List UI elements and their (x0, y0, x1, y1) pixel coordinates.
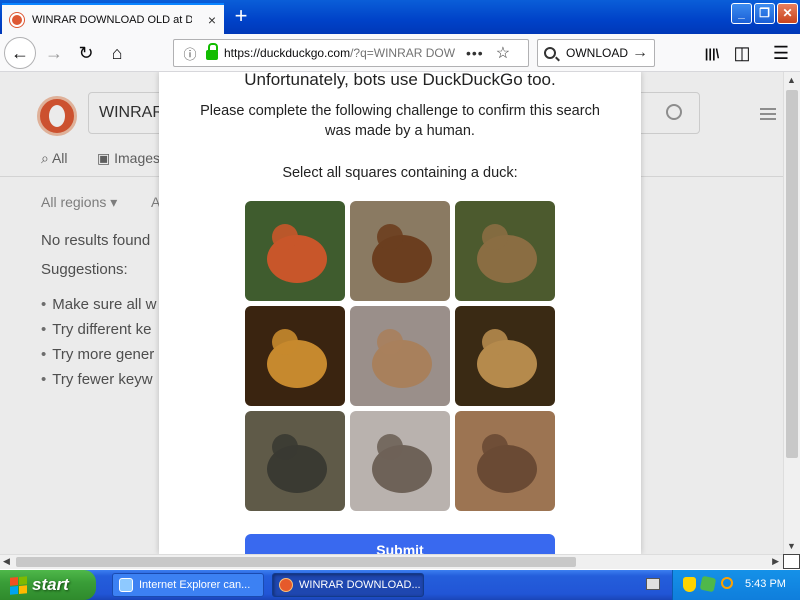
scrollbar-corner (783, 554, 800, 569)
site-info-icon[interactable]: ⓘ (180, 44, 200, 63)
url-bar[interactable]: ⓘ https://duckduckgo.com/?q=WINRAR DOWNL… (173, 39, 529, 67)
scroll-left-icon[interactable]: ◀ (3, 556, 10, 567)
taskbar-item-internet-explorer[interactable]: Internet Explorer can... (112, 573, 264, 597)
browser-tab[interactable]: WINRAR DOWNLOAD OLD at DuckDuckGo × (2, 3, 224, 34)
firefox-icon (279, 578, 293, 592)
captcha-tile[interactable] (245, 306, 345, 406)
captcha-tile-image (350, 201, 450, 301)
forward-button[interactable]: → (40, 39, 68, 67)
vertical-scrollbar[interactable]: ▲ ▼ (783, 72, 800, 554)
submit-button[interactable]: Submit (245, 534, 555, 554)
network-icon[interactable] (699, 575, 717, 593)
scroll-up-icon[interactable]: ▲ (787, 75, 796, 85)
horizontal-scroll-thumb[interactable] (16, 557, 576, 567)
captcha-tile-image (245, 201, 345, 301)
captcha-tile-image (350, 411, 450, 511)
url-path: /?q=WINRAR DOWNLOAD OLD (350, 46, 456, 60)
close-window-button[interactable]: ✕ (777, 3, 798, 24)
taskbar-item-firefox[interactable]: WINRAR DOWNLOAD... (272, 573, 424, 597)
system-tray: 5:43 PM (672, 570, 800, 600)
start-button[interactable]: start (0, 570, 96, 600)
horizontal-scrollbar[interactable]: ◀ ▶ (0, 554, 783, 569)
captcha-tile-image (245, 411, 345, 511)
captcha-tile[interactable] (455, 306, 555, 406)
taskbar: start Internet Explorer can... WINRAR DO… (0, 570, 800, 600)
web-page: WINRAR ⌕ All ▣ Images All regions ▾ A No… (0, 72, 783, 554)
url-text[interactable]: https://duckduckgo.com/?q=WINRAR DOWNLOA… (224, 46, 456, 60)
start-label: start (32, 575, 69, 594)
clock: 5:43 PM (745, 578, 786, 590)
search-icon (544, 47, 556, 59)
captcha-tile-image (245, 306, 345, 406)
captcha-tile[interactable] (455, 411, 555, 511)
padlock-icon (206, 43, 218, 60)
captcha-tile-image (455, 201, 555, 301)
search-tray-icon[interactable] (721, 577, 733, 589)
captcha-tile-image (350, 306, 450, 406)
navigation-toolbar: ← → ↻ ⌂ ⓘ https://duckduckgo.com/?q=WINR… (0, 34, 800, 72)
reload-button[interactable]: ↻ (72, 39, 100, 67)
captcha-tile-image (455, 411, 555, 511)
challenge-instruction: Select all squares containing a duck: (282, 165, 518, 181)
security-shield-icon[interactable] (683, 577, 696, 592)
duckduckgo-favicon-icon (10, 12, 24, 27)
back-button[interactable]: ← (4, 37, 36, 69)
search-go-icon[interactable]: → (632, 44, 648, 62)
captcha-modal: Unfortunately, bots use DuckDuckGo too. … (159, 72, 641, 554)
tab-title: WINRAR DOWNLOAD OLD at DuckDuckGo (32, 13, 192, 26)
vertical-scroll-thumb[interactable] (786, 90, 798, 458)
keyboard-icon[interactable] (646, 578, 660, 590)
minimize-button[interactable]: _ (731, 3, 752, 24)
captcha-tile[interactable] (455, 201, 555, 301)
sidebar-icon[interactable]: ◫ (728, 39, 756, 67)
home-button[interactable]: ⌂ (103, 39, 131, 67)
taskbar-item-label: Internet Explorer can... (139, 579, 251, 591)
captcha-tile-image (455, 306, 555, 406)
scroll-down-icon[interactable]: ▼ (787, 541, 796, 551)
captcha-tile[interactable] (245, 201, 345, 301)
new-tab-button[interactable]: + (230, 4, 252, 28)
captcha-tile[interactable] (350, 201, 450, 301)
captcha-tile[interactable] (245, 411, 345, 511)
windows-logo-icon (10, 576, 27, 595)
search-bar-text[interactable]: WINRAR DOWNLOAD (566, 46, 628, 60)
taskbar-item-label: WINRAR DOWNLOAD... (299, 579, 421, 591)
title-bar: WINRAR DOWNLOAD OLD at DuckDuckGo × + _ … (0, 0, 800, 34)
search-bar[interactable]: WINRAR DOWNLOAD → (537, 39, 655, 67)
captcha-tile[interactable] (350, 411, 450, 511)
maximize-button[interactable]: ❐ (754, 3, 775, 24)
tab-close-icon[interactable]: × (208, 12, 216, 28)
captcha-image-grid (245, 201, 555, 511)
scroll-right-icon[interactable]: ▶ (772, 556, 779, 567)
modal-subheading: Please complete the following challenge … (200, 103, 600, 139)
url-domain: https://duckduckgo.com (224, 46, 351, 60)
internet-explorer-icon (119, 578, 133, 592)
bookmark-star-icon[interactable]: ☆ (496, 43, 510, 63)
hamburger-menu-icon[interactable]: ☰ (767, 39, 795, 67)
library-icon[interactable]: |||\ (698, 39, 726, 67)
page-actions-icon[interactable]: ••• (466, 45, 484, 61)
modal-heading: Unfortunately, bots use DuckDuckGo too. (244, 72, 556, 89)
captcha-tile[interactable] (350, 306, 450, 406)
